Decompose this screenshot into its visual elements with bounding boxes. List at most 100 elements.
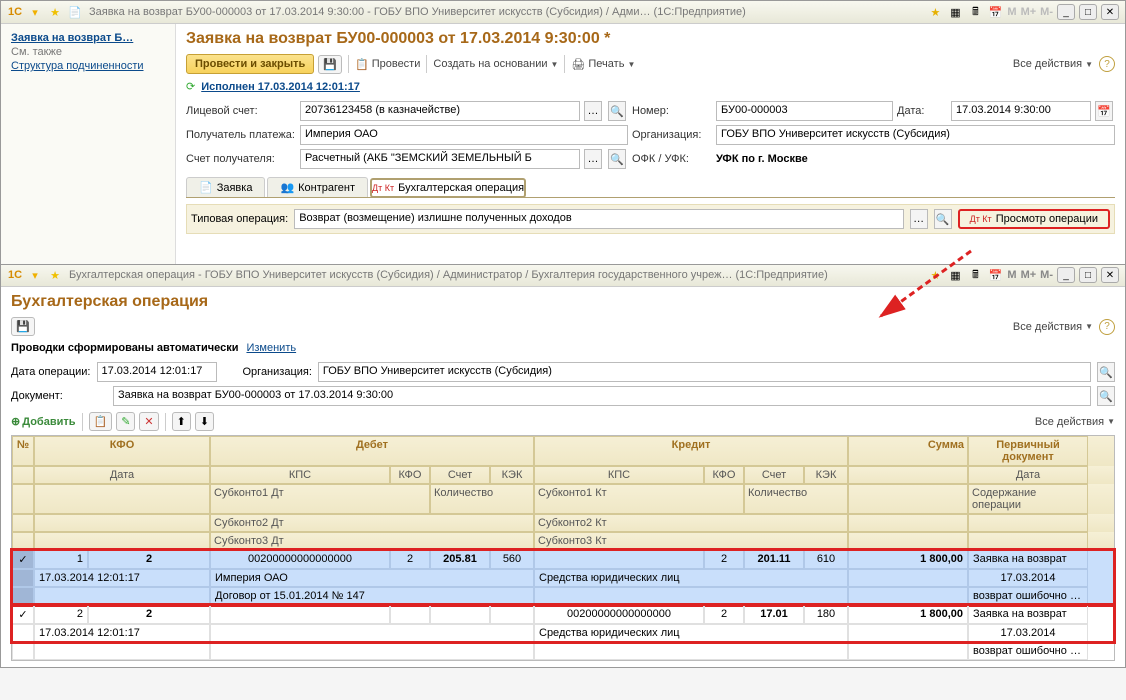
- account-input[interactable]: 20736123458 (в казначействе): [300, 101, 580, 121]
- date-input[interactable]: 17.03.2014 9:30:00: [951, 101, 1091, 121]
- maximize-button[interactable]: □: [1079, 4, 1097, 20]
- print-button[interactable]: 🖨 Печать ▼: [571, 58, 635, 71]
- col-kfo-c[interactable]: КФО: [704, 466, 744, 484]
- window-title: Заявка на возврат БУ00-000003 от 17.03.2…: [89, 6, 927, 18]
- help-icon[interactable]: ?: [1099, 56, 1115, 72]
- doc-open-button[interactable]: 🔍: [1097, 386, 1115, 406]
- create-based-button[interactable]: Создать на основании ▼: [433, 58, 558, 70]
- col-debit[interactable]: Дебет: [210, 436, 534, 466]
- typical-op-open-button[interactable]: 🔍: [934, 209, 952, 229]
- calc-icon[interactable]: 🖩: [967, 267, 983, 283]
- grid-icon[interactable]: ▦: [947, 4, 963, 20]
- post-button[interactable]: 📋 Провести: [355, 58, 420, 71]
- account-open-button[interactable]: 🔍: [608, 101, 626, 121]
- close-button[interactable]: ✕: [1101, 267, 1119, 283]
- nav-down-icon[interactable]: ▾: [27, 4, 43, 20]
- sidebar-main-link[interactable]: Заявка на возврат Б…: [11, 32, 165, 44]
- add-button[interactable]: ⊕ Добавить: [11, 415, 76, 428]
- dtkt-icon: Дт Кт: [970, 214, 992, 224]
- sidebar-subord-link[interactable]: Структура подчиненности: [11, 60, 165, 72]
- typical-op-more-button[interactable]: …: [910, 209, 928, 229]
- payee-input[interactable]: Империя ОАО: [300, 125, 628, 145]
- typical-op-input[interactable]: Возврат (возмещение) излишне полученных …: [294, 209, 903, 229]
- rcpt-acct-more-button[interactable]: …: [584, 149, 602, 169]
- account-label: Лицевой счет:: [186, 105, 296, 117]
- rcpt-acct-open-button[interactable]: 🔍: [608, 149, 626, 169]
- font-mminus-icon[interactable]: M-: [1040, 6, 1053, 18]
- col-kfo-d[interactable]: КФО: [390, 466, 430, 484]
- refresh-icon[interactable]: ⟳: [186, 80, 195, 93]
- font-m-icon[interactable]: M: [1007, 6, 1016, 18]
- move-up-button[interactable]: ⬆: [172, 412, 191, 431]
- opdate-label: Дата операции:: [11, 366, 91, 378]
- fav-icon[interactable]: ★: [927, 267, 943, 283]
- all-actions-button[interactable]: Все действия ▼: [1013, 321, 1093, 333]
- logo-1c-icon: 1C: [7, 267, 23, 283]
- col-kps-d[interactable]: КПС: [210, 466, 390, 484]
- tab-request[interactable]: 📄 Заявка: [186, 177, 265, 197]
- grid-toolbar: ⊕ Добавить 📋 ✎ ✕ ⬆ ⬇ Все действия ▼: [11, 412, 1115, 431]
- save-button[interactable]: 💾: [11, 317, 35, 336]
- rcpt-acct-input[interactable]: Расчетный (АКБ "ЗЕМСКИЙ ЗЕМЕЛЬНЫЙ Б: [300, 149, 580, 169]
- col-sum[interactable]: Сумма: [848, 436, 968, 466]
- calendar-icon[interactable]: 📅: [987, 267, 1003, 283]
- col-kps-c[interactable]: КПС: [534, 466, 704, 484]
- all-actions-button[interactable]: Все действия ▼: [1013, 58, 1093, 70]
- executed-link[interactable]: Исполнен 17.03.2014 12:01:17: [201, 81, 360, 93]
- org-input-2[interactable]: ГОБУ ВПО Университет искусств (Субсидия): [318, 362, 1091, 382]
- typical-op-row: Типовая операция: Возврат (возмещение) и…: [186, 204, 1115, 234]
- org-open-button[interactable]: 🔍: [1097, 362, 1115, 382]
- org-input[interactable]: ГОБУ ВПО Университет искусств (Субсидия): [716, 125, 1115, 145]
- change-link[interactable]: Изменить: [246, 342, 296, 354]
- grid-icon[interactable]: ▦: [947, 267, 963, 283]
- col-num[interactable]: №: [12, 436, 34, 466]
- col-primdoc[interactable]: Первичный документ: [968, 436, 1088, 466]
- font-mplus-icon[interactable]: M+: [1021, 269, 1037, 281]
- view-operation-button[interactable]: Дт Кт Просмотр операции: [958, 209, 1110, 229]
- minimize-button[interactable]: _: [1057, 4, 1075, 20]
- auto-postings-line: Проводки сформированы автоматически Изме…: [11, 342, 1115, 354]
- col-acct-c[interactable]: Счет: [744, 466, 804, 484]
- maximize-button[interactable]: □: [1079, 267, 1097, 283]
- delete-button[interactable]: ✕: [139, 412, 158, 431]
- font-mplus-icon[interactable]: M+: [1021, 6, 1037, 18]
- fav-icon[interactable]: ★: [927, 4, 943, 20]
- col-date[interactable]: Дата: [34, 466, 210, 484]
- font-mminus-icon[interactable]: M-: [1040, 269, 1053, 281]
- col-kek-c[interactable]: КЭК: [804, 466, 848, 484]
- star-icon[interactable]: ★: [47, 4, 63, 20]
- col-kfo[interactable]: КФО: [34, 436, 210, 466]
- save-button[interactable]: 💾: [318, 55, 342, 74]
- posting-row-1[interactable]: ✓ 1 2 00200000000000000 2 205.81 560 2 2…: [12, 550, 1114, 605]
- date-pick-button[interactable]: 📅: [1095, 101, 1113, 121]
- col-pdate[interactable]: Дата: [968, 466, 1088, 484]
- number-input[interactable]: БУ00-000003: [716, 101, 893, 121]
- col-kek-d[interactable]: КЭК: [490, 466, 534, 484]
- star-icon[interactable]: ★: [47, 267, 63, 283]
- opdate-input[interactable]: 17.03.2014 12:01:17: [97, 362, 217, 382]
- main-panel: Заявка на возврат БУ00-000003 от 17.03.2…: [176, 24, 1125, 264]
- nav-down-icon[interactable]: ▾: [27, 267, 43, 283]
- tab-accounting-op[interactable]: Дт Кт Бухгалтерская операция: [370, 178, 526, 198]
- row2-check-icon[interactable]: ✓: [12, 605, 34, 624]
- row1-check-icon[interactable]: ✓: [12, 550, 34, 569]
- move-down-button[interactable]: ⬇: [195, 412, 214, 431]
- help-icon[interactable]: ?: [1099, 319, 1115, 335]
- account-more-button[interactable]: …: [584, 101, 602, 121]
- close-button[interactable]: ✕: [1101, 4, 1119, 20]
- font-m-icon[interactable]: M: [1007, 269, 1016, 281]
- rcpt-acct-label: Счет получателя:: [186, 153, 296, 165]
- grid-all-actions-button[interactable]: Все действия ▼: [1035, 416, 1115, 428]
- minimize-button[interactable]: _: [1057, 267, 1075, 283]
- copy-button[interactable]: 📋: [89, 412, 113, 431]
- posting-row-2[interactable]: ✓ 2 2 00200000000000000 2 17.01 180 1 80…: [12, 605, 1114, 642]
- edit-button[interactable]: ✎: [116, 412, 135, 431]
- calendar-icon[interactable]: 📅: [987, 4, 1003, 20]
- col-credit[interactable]: Кредит: [534, 436, 848, 466]
- post-and-close-button[interactable]: Провести и закрыть: [186, 54, 314, 74]
- col-acct-d[interactable]: Счет: [430, 466, 490, 484]
- doc-input[interactable]: Заявка на возврат БУ00-000003 от 17.03.2…: [113, 386, 1091, 406]
- page-title-2: Бухгалтерская операция: [11, 293, 1115, 311]
- calc-icon[interactable]: 🖩: [967, 4, 983, 20]
- tab-counterparty[interactable]: 👥 Контрагент: [267, 177, 368, 197]
